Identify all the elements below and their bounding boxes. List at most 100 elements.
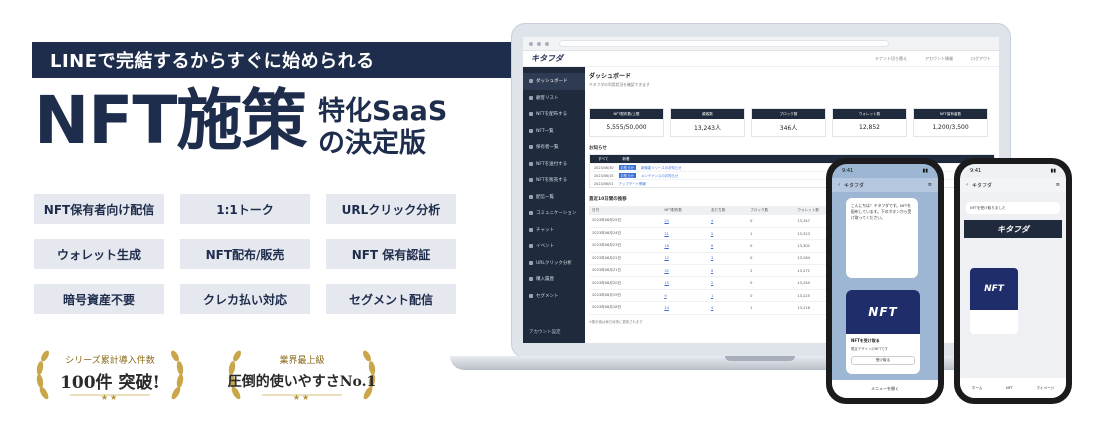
app-header: キタフダ テナント切り替え アカウント情報 ログアウト [523,51,999,67]
sidebar-item-broadcasts[interactable]: 配信一覧 [523,189,585,206]
address-bar[interactable] [559,40,889,47]
sidebar-item-holders[interactable]: 保有者一覧 [523,139,585,156]
sidebar-item-customers[interactable]: 顧客リスト [523,90,585,107]
table-cell: 0 [747,215,795,228]
nft-thumbnail-card[interactable]: NFT [970,268,1018,334]
award-stars: ★★ [292,393,312,402]
tab-mypage[interactable]: マイページ [1036,386,1054,391]
table-cell[interactable]: 9 [661,289,708,303]
hero-title: NFT施策 [34,82,307,159]
nft-card-image: NFT [846,290,920,334]
holders-icon [529,145,533,150]
table-cell: 2023年06月23日 [589,239,662,253]
status-time: 9:41 [842,168,854,174]
hero-subtitle-line2: の決定版 [318,128,426,159]
feature-chip: NFT保有者向け配信 [34,194,164,224]
app-logo[interactable]: キタフダ [531,53,563,64]
notice-link[interactable]: 新機能リリースのお知らせ [641,165,681,170]
sidebar-item-label: 保有者一覧 [536,145,559,151]
header-link[interactable]: アカウント情報 [925,56,953,62]
sidebar-item-label: 顧客リスト [536,95,559,101]
tagline-text: LINEで完結するからすぐに始められる [50,51,375,72]
chat-title: キタフダ [972,182,993,189]
notice-link[interactable]: アップデート情報 [619,181,646,186]
phone-chat: 9:41 ▮▮ ‹ キタフダ ≡ こんにちは！キタフダです。NFTを配布しています… [826,158,944,404]
table-cell[interactable]: 8 [707,264,748,278]
sidebar-item-label: 購入履歴 [536,277,554,283]
stat-label: NFT保有者数 [914,109,987,119]
nft-thumbnail-image: NFT [970,268,1018,310]
notice-tag: お知らせ [618,173,637,178]
back-arrow-icon[interactable]: ‹ [838,182,840,188]
table-cell[interactable]: 4 [707,301,748,315]
table-cell[interactable]: 2 [707,276,748,290]
tab-new[interactable]: 新着 [622,157,629,162]
table-cell: 0 [747,276,795,290]
send-icon [529,112,533,117]
menu-icon[interactable]: ≡ [1056,182,1060,188]
sidebar-item-sell-nft[interactable]: NFTを販売する [523,172,585,189]
menu-icon[interactable]: ≡ [928,182,932,188]
page-title: ダッシュボード [589,73,632,80]
laptop-notch [725,356,795,361]
table-cell[interactable]: 14 [661,301,708,315]
sidebar-item-distribute-nft[interactable]: NFTを配布する [523,106,585,123]
table-cell[interactable]: 32 [661,264,708,278]
table-cell[interactable]: 6 [707,239,748,253]
award-title: 圧倒的使いやすさNo.1 [227,374,377,390]
sidebar-item-label: セグメント [536,293,559,299]
table-cell[interactable]: 18 [661,239,708,253]
table-cell[interactable]: 12 [661,252,708,266]
broadcast-icon [529,194,533,199]
sidebar-item-url-click[interactable]: URLクリック分析 [523,255,585,272]
back-icon[interactable] [529,41,533,46]
sidebar-item-events[interactable]: イベント [523,238,585,255]
sidebar-item-chat[interactable]: チャット [523,222,585,239]
forward-icon[interactable] [537,41,541,46]
stat-card: NFT保有者数 1,200/3,500 [913,108,988,137]
table-cell[interactable]: 5 [707,227,748,241]
sidebar-item-nft-list[interactable]: NFT一覧 [523,123,585,140]
sidebar-item-communication[interactable]: コミュニケーション [523,205,585,222]
table-cell[interactable]: 4 [707,215,748,228]
stats-row: NFT配布数/上限 5,555/50,000 顧客数 13,243人 ブロック数 34… [589,108,995,137]
stat-value: 13,243人 [694,125,721,132]
page-description: キタフダの利用状況を確認できます [589,82,650,87]
back-arrow-icon[interactable]: ‹ [966,182,968,188]
table-cell[interactable]: 3 [707,252,748,266]
header-link[interactable]: ログアウト [971,56,991,62]
receive-nft-button[interactable]: 受け取る [851,356,915,365]
rich-menu-toggle[interactable]: メニューを開く [832,380,938,398]
table-cell[interactable]: 1 [707,289,748,303]
feature-chip: NFT 保有認証 [326,239,456,269]
cart-icon [529,178,533,183]
sidebar-item-label: イベント [536,244,554,250]
sidebar-item-dashboard[interactable]: ダッシュボード [523,73,585,90]
table-cell[interactable]: 15 [661,276,708,290]
users-icon [529,95,533,100]
tab-home[interactable]: ホーム [972,386,983,391]
notice-tag: お知らせ [618,165,637,170]
notice-date: 2023/06/01 [594,181,614,186]
chat-message: こんにちは！キタフダです。NFTを配布しています。下のボタンから受け取ってくださ… [846,198,918,278]
table-cell[interactable]: 24 [661,215,708,228]
sidebar-item-send-nft[interactable]: NFTを送付する [523,156,585,173]
sidebar-item-account[interactable]: アカウント設定 [529,329,561,335]
feature-chip: URLクリック分析 [326,194,456,224]
sidebar-item-segments[interactable]: セグメント [523,288,585,305]
wallet-banner: キタフダ [964,220,1062,238]
table-cell: 2023年06月25日 [589,215,662,228]
tab-nft[interactable]: NFT [1006,386,1013,390]
sidebar-item-purchases[interactable]: 購入履歴 [523,271,585,288]
reload-icon[interactable] [545,41,549,46]
stat-value: 1,200/3,500 [932,124,969,131]
tab-all[interactable]: すべて [598,157,608,162]
table-cell: 2023年06月18日 [589,301,662,315]
stat-label: ウォレット数 [833,109,906,119]
table-cell: 0 [747,252,795,266]
nft-message-card[interactable]: NFT NFTを受け取る 限定デザインのNFTです 受け取る [846,290,920,374]
notice-link[interactable]: メンテナンスのお知らせ [641,173,678,178]
table-cell[interactable]: 21 [661,227,708,241]
header-link[interactable]: テナント切り替え [875,56,907,62]
chat-bubble-icon [529,211,533,216]
